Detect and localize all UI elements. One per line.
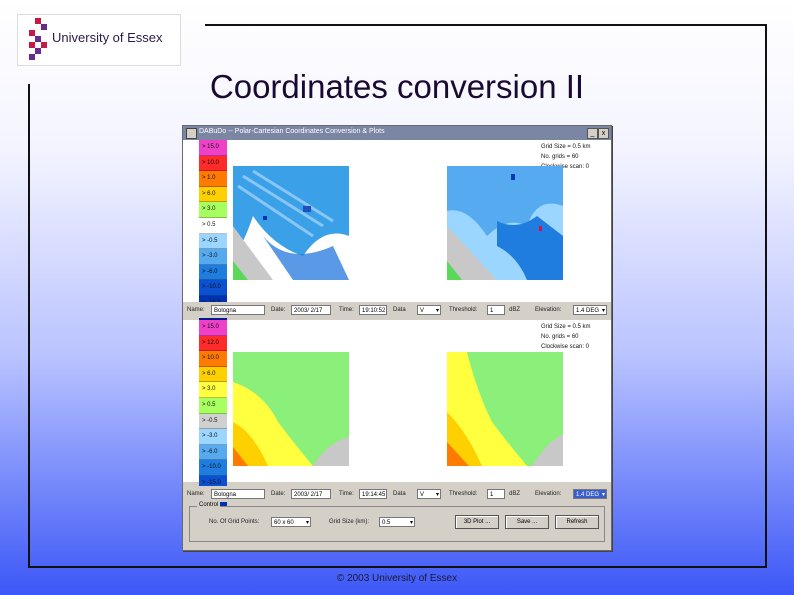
elevation-dropdown[interactable]: 1.4 DEG [573,489,607,500]
legend-entry: > 1.0 [199,171,227,187]
elevation-label: Elevation: [535,307,562,313]
legend-entry: > 6.0 [199,186,227,203]
legend-entry: > -0.5 [199,233,227,250]
control-row-2: Name: Bologna Date: 2003/ 2/17 Time: 19:… [183,486,611,502]
data-label: Data [393,491,406,497]
date-field[interactable]: 2003/ 2/17 [291,489,331,499]
color-legend-1: > 15.0 > 10.0 > 1.0 > 6.0 > 3.0 > 0.5 > -0.5 > … [199,140,227,328]
grid-info-line: No. grids = 60 [541,154,579,160]
legend-entry: > -6.0 [199,444,227,461]
3d-plot-button[interactable]: 3D Plot ... [455,515,499,529]
save-button[interactable]: Save ... [505,515,549,529]
name-field[interactable]: Bologna [211,305,265,315]
grid-info-2: Grid Size = 0.5 km No. grids = 60 Clockwis… [541,322,591,352]
grid-info-line: No. grids = 60 [541,334,579,340]
date-field[interactable]: 2003/ 2/17 [291,305,331,315]
data-label: Data [393,307,406,313]
threshold-label: Threshold: [449,307,478,313]
legend-entry: > 0.5 [199,217,227,234]
threshold-field[interactable]: 1 [487,489,505,499]
legend-entry: > 10.0 [199,155,227,172]
data-dropdown[interactable]: V [417,489,441,500]
legend-entry: > 10.0 [199,351,227,367]
logo-text: University of Essex [52,30,163,45]
radar-panel-2: > 15.0 > 12.0 > 10.0 > 6.0 > 3.0 > 0.5 > -0.5 >… [183,320,611,508]
elevation-label: Elevation: [535,491,562,497]
date-label: Date: [271,307,286,313]
grid-points-dropdown[interactable]: 60 x 60 [271,517,311,528]
grid-info-line: Grid Size = 0.5 km [541,324,591,330]
legend-entry: > -3.0 [199,249,227,265]
name-label: Name: [187,307,205,313]
grid-info-line: Grid Size = 0.5 km [541,144,591,150]
close-button[interactable]: x [598,128,609,139]
threshold-field[interactable]: 1 [487,305,505,315]
name-label: Name: [187,491,205,497]
grid-points-label: No. Of Grid Points: [209,519,260,525]
time-label: Time: [339,491,354,497]
legend-entry: > 15.0 [199,140,227,156]
legend-entry: > -10.0 [199,460,227,476]
minimize-button[interactable]: _ [587,128,598,139]
threshold-unit: dBZ [509,307,521,313]
name-field[interactable]: Bologna [211,489,265,499]
slide-title: Coordinates conversion II [209,68,585,105]
slide-frame-bottom [28,566,767,568]
legend-entry: > 3.0 [199,202,227,218]
legend-entry: > -6.0 [199,264,227,281]
grid-size-label: Grid Size (km): [329,519,370,525]
polar-plot-1 [233,166,349,280]
refresh-button[interactable]: Refresh [555,515,599,529]
polar-plot-2 [233,352,349,466]
time-label: Time: [339,307,354,313]
window-title: DABuDo -- Polar-Cartesian Coordinates Co… [199,128,385,135]
legend-entry: > -10.0 [199,280,227,296]
window-title-bar[interactable]: DABuDo -- Polar-Cartesian Coordinates Co… [183,126,611,140]
cartesian-plot-1 [447,166,563,280]
time-field[interactable]: 19:14:45 [359,489,387,499]
legend-entry: > 15.0 [199,320,227,336]
control-group-label: Control [197,502,221,508]
threshold-unit: dBZ [509,491,521,497]
threshold-label: Threshold: [449,491,478,497]
time-field[interactable]: 19:10:52 [359,305,387,315]
data-dropdown[interactable]: V [417,305,441,316]
legend-entry: > 6.0 [199,366,227,383]
grid-size-dropdown[interactable]: 0.5 [379,517,415,528]
app-window: DABuDo -- Polar-Cartesian Coordinates Co… [182,125,612,551]
legend-entry: > -3.0 [199,429,227,445]
copyright-notice: © 2003 University of Essex [336,573,458,584]
slide-frame-top [205,24,767,26]
control-row-1: Name: Bologna Date: 2003/ 2/17 Time: 19:… [183,302,611,318]
legend-entry: > 0.5 [199,397,227,414]
legend-entry: > -0.5 [199,413,227,430]
color-legend-2: > 15.0 > 12.0 > 10.0 > 6.0 > 3.0 > 0.5 > -0.5 >… [199,320,227,508]
grid-info-line: Clockwise scan: 0 [541,344,590,350]
radar-panel-1: > 15.0 > 10.0 > 1.0 > 6.0 > 3.0 > 0.5 > -0.5 > … [183,140,611,328]
elevation-dropdown[interactable]: 1.4 DEG [573,305,607,316]
cartesian-plot-2 [447,352,563,466]
legend-entry: > 12.0 [199,335,227,352]
window-menu-icon[interactable] [186,128,197,139]
slide-frame-left [28,84,30,568]
legend-entry: > 3.0 [199,382,227,398]
date-label: Date: [271,491,286,497]
